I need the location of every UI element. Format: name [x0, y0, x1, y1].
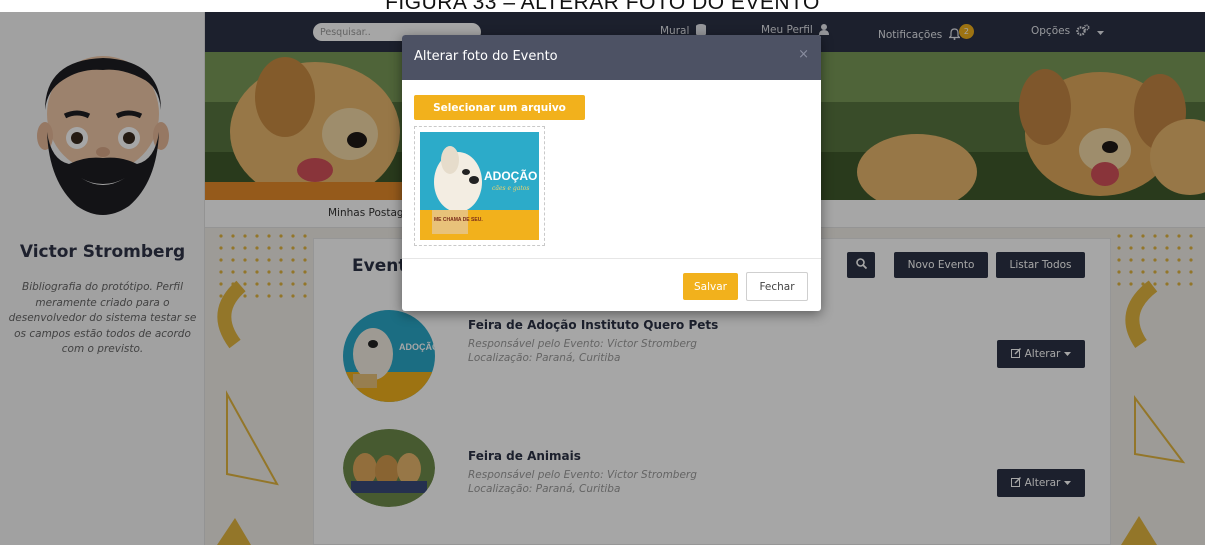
poster-subtitle: cães e gatos — [492, 185, 529, 192]
app-screen: Victor Stromberg Bibliografia do protóti… — [0, 12, 1205, 545]
save-button[interactable]: Salvar — [683, 273, 738, 300]
select-file-button[interactable]: Selecionar um arquivo — [414, 95, 585, 120]
poster-sign: ME CHAMA DE SEU. — [434, 217, 483, 223]
image-preview: ADOÇÃO cães e gatos ME CHAMA DE SEU. — [414, 126, 545, 246]
figure-caption: FIGURA 33 – ALTERAR FOTO DO EVENTO — [385, 0, 820, 12]
poster-title: ADOÇÃO — [484, 168, 537, 183]
event-poster-image: ADOÇÃO cães e gatos ME CHAMA DE SEU. — [420, 132, 539, 240]
change-photo-modal: Alterar foto do Evento × Selecionar um a… — [402, 35, 821, 311]
modal-header: Alterar foto do Evento × — [402, 35, 821, 80]
modal-footer-divider — [402, 258, 821, 259]
modal-title: Alterar foto do Evento — [414, 49, 558, 64]
modal-close-icon[interactable]: × — [798, 47, 809, 62]
close-button[interactable]: Fechar — [746, 272, 808, 301]
